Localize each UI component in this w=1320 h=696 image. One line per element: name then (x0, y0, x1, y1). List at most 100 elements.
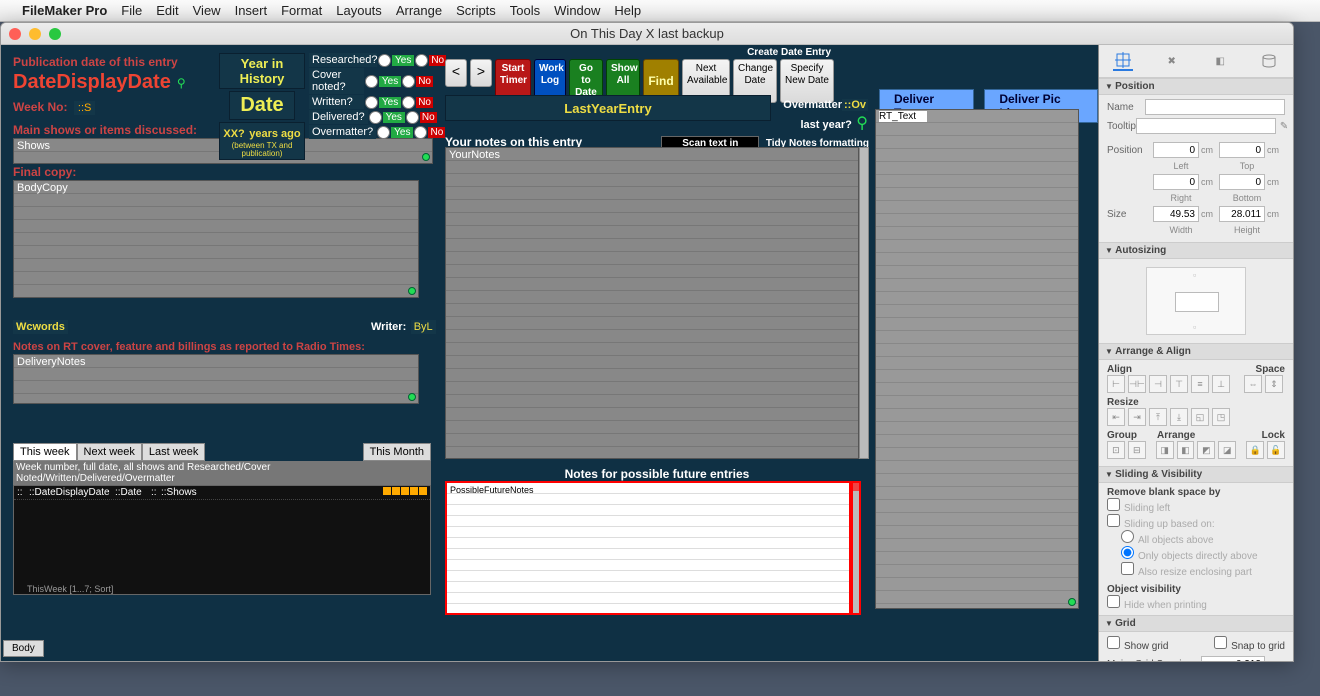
search-icon[interactable]: ⚲ (177, 76, 186, 90)
researched-yes[interactable] (378, 54, 391, 67)
delivered-yes[interactable] (369, 111, 382, 124)
tab-next-week[interactable]: Next week (77, 443, 142, 461)
send-back-button[interactable]: ◪ (1218, 441, 1236, 459)
scrollbar[interactable] (859, 147, 869, 459)
overmatter-no[interactable] (414, 126, 427, 139)
cover-no[interactable] (402, 75, 415, 88)
writer-field[interactable]: ByL (411, 320, 436, 334)
layout-canvas[interactable]: Publication date of this entry DateDispl… (1, 45, 1099, 661)
pos-top-input[interactable] (1219, 142, 1265, 158)
all-above-radio[interactable] (1121, 530, 1134, 543)
delivered-no[interactable] (406, 111, 419, 124)
resize-min-h-button[interactable]: ⤒ (1149, 408, 1167, 426)
sliding-left-check[interactable] (1107, 498, 1120, 511)
search-icon[interactable] (408, 393, 416, 401)
align-left-button[interactable]: ⊢ (1107, 375, 1125, 393)
scrollbar[interactable] (851, 481, 861, 615)
portal-row[interactable]: :: ::DateDisplayDate ::Date :: ::Shows (14, 486, 430, 500)
size-height-input[interactable] (1219, 206, 1265, 222)
future-notes-field[interactable]: PossibleFutureNotes (445, 481, 851, 615)
space-h-button[interactable]: ⇔ (1244, 375, 1262, 393)
hide-print-check[interactable] (1107, 595, 1120, 608)
yournotes-field[interactable]: YourNotes (445, 147, 859, 459)
inspector-tab-position-icon[interactable] (1113, 51, 1133, 71)
tab-last-week[interactable]: Last week (142, 443, 206, 461)
section-position[interactable]: Position (1099, 78, 1293, 95)
resize-max-h-button[interactable]: ⤓ (1170, 408, 1188, 426)
ungroup-button[interactable]: ⊟ (1128, 441, 1146, 459)
tab-this-month[interactable]: This Month (363, 443, 431, 461)
section-arrange[interactable]: Arrange & Align (1099, 343, 1293, 360)
menu-arrange[interactable]: Arrange (396, 3, 442, 18)
autosizing-control[interactable]: ▫ ▫ (1146, 267, 1246, 335)
section-autosizing[interactable]: Autosizing (1099, 242, 1293, 259)
name-input[interactable] (1145, 99, 1285, 115)
bring-forward-button[interactable]: ◧ (1177, 441, 1195, 459)
date-field[interactable]: Date (229, 91, 294, 120)
search-icon[interactable] (1068, 598, 1076, 606)
rt-text-field[interactable]: RT_Text (875, 109, 1079, 609)
space-v-button[interactable]: ⇕ (1265, 375, 1283, 393)
pos-right-input[interactable] (1153, 174, 1199, 190)
resize-min-button[interactable]: ◱ (1191, 408, 1209, 426)
written-no[interactable] (402, 96, 415, 109)
grid-spacing-input[interactable] (1201, 656, 1265, 661)
pos-bottom-input[interactable] (1219, 174, 1265, 190)
menu-format[interactable]: Format (281, 3, 322, 18)
written-yes[interactable] (365, 96, 378, 109)
unlock-button[interactable]: 🔓 (1267, 441, 1285, 459)
menu-insert[interactable]: Insert (235, 3, 268, 18)
lock-button[interactable]: 🔒 (1246, 441, 1264, 459)
sliding-up-check[interactable] (1107, 514, 1120, 527)
inspector-tab-appearance-icon[interactable]: ✖ (1162, 51, 1182, 71)
search-icon[interactable]: ⚲ (856, 115, 868, 132)
years-ago-field[interactable]: XX? (223, 128, 244, 140)
menu-help[interactable]: Help (614, 3, 641, 18)
prev-button[interactable]: < (445, 59, 467, 87)
snap-grid-check[interactable] (1214, 636, 1227, 649)
researched-no[interactable] (415, 54, 428, 67)
inspector-tab-data-icon[interactable] (1259, 51, 1279, 71)
only-directly-radio[interactable] (1121, 546, 1134, 559)
bodycopy-field[interactable]: BodyCopy (13, 180, 419, 298)
also-resize-check[interactable] (1121, 562, 1134, 575)
search-icon[interactable] (422, 153, 430, 161)
align-top-button[interactable]: ⊤ (1170, 375, 1188, 393)
app-name[interactable]: FileMaker Pro (22, 3, 107, 18)
tab-this-week[interactable]: This week (13, 443, 77, 461)
anchor-bottom-icon[interactable]: ▫ (1193, 322, 1196, 332)
cover-yes[interactable] (365, 75, 378, 88)
menu-scripts[interactable]: Scripts (456, 3, 496, 18)
pos-left-input[interactable] (1153, 142, 1199, 158)
inspector-tab-styles-icon[interactable]: ◧ (1210, 51, 1230, 71)
menu-layouts[interactable]: Layouts (336, 3, 382, 18)
tooltip-input[interactable] (1136, 118, 1276, 134)
anchor-top-icon[interactable]: ▫ (1193, 270, 1196, 280)
menu-window[interactable]: Window (554, 3, 600, 18)
align-center-v-button[interactable]: ≡ (1191, 375, 1209, 393)
resize-min-w-button[interactable]: ⇤ (1107, 408, 1125, 426)
titlebar[interactable]: On This Day X last backup (1, 23, 1293, 45)
show-grid-check[interactable] (1107, 636, 1120, 649)
resize-max-w-button[interactable]: ⇥ (1128, 408, 1146, 426)
menu-file[interactable]: File (121, 3, 142, 18)
size-width-input[interactable] (1153, 206, 1199, 222)
search-icon[interactable] (408, 287, 416, 295)
next-button[interactable]: > (470, 59, 492, 87)
portal[interactable]: :: ::DateDisplayDate ::Date :: ::Shows T… (13, 485, 431, 595)
bring-front-button[interactable]: ◨ (1156, 441, 1174, 459)
group-button[interactable]: ⊡ (1107, 441, 1125, 459)
menu-edit[interactable]: Edit (156, 3, 178, 18)
week-no-field[interactable]: ::S (74, 101, 95, 115)
resize-max-button[interactable]: ◳ (1212, 408, 1230, 426)
body-part-label[interactable]: Body (3, 640, 44, 657)
date-display-merge[interactable]: DateDisplayDate (13, 71, 171, 94)
send-backward-button[interactable]: ◩ (1197, 441, 1215, 459)
align-bottom-button[interactable]: ⊥ (1212, 375, 1230, 393)
delivery-notes-field[interactable]: DeliveryNotes (13, 354, 419, 404)
lastyear-entry-field[interactable]: LastYearEntry (564, 101, 651, 116)
section-grid[interactable]: Grid (1099, 615, 1293, 632)
section-sliding[interactable]: Sliding & Visibility (1099, 466, 1293, 483)
menu-view[interactable]: View (193, 3, 221, 18)
wordcount-field[interactable]: Wcwords (13, 320, 68, 334)
